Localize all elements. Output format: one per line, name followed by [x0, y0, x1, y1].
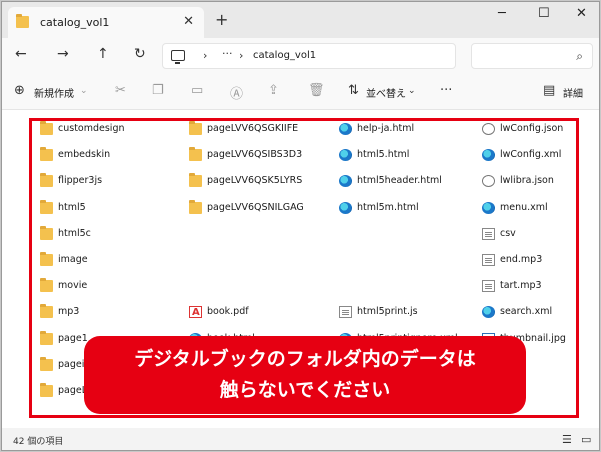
file-name: menu.xml — [500, 201, 548, 213]
file-name: tart.mp3 — [500, 280, 542, 292]
file-name: lwConfig.xml — [500, 149, 562, 161]
file-name: pageLVV6QSIBS3D3 — [207, 149, 303, 161]
folder-icon — [40, 278, 53, 293]
rename-icon[interactable]: Ⓐ — [230, 83, 243, 102]
folder-icon — [40, 330, 53, 345]
folder-icon — [189, 199, 202, 214]
config-icon — [482, 123, 495, 135]
navigation-bar: ← → ↑ ↻ › ··· › catalog_vol1 ⌕ — [2, 38, 599, 74]
file-name: embedskin — [58, 149, 111, 161]
document-icon — [339, 306, 352, 319]
warning-line-2: 触らないでください — [219, 379, 391, 401]
new-icon: ⊕ — [14, 83, 25, 98]
search-input[interactable]: ⌕ — [471, 43, 593, 69]
cut-icon[interactable]: ✂ — [115, 83, 126, 98]
folder-icon — [189, 147, 202, 162]
back-button[interactable]: ← — [15, 46, 27, 62]
new-button[interactable]: 新規作成 — [34, 85, 74, 100]
file-name: help-ja.html — [357, 123, 415, 134]
folder-icon — [40, 173, 53, 188]
maximize-button[interactable]: ☐ — [538, 6, 550, 21]
file-name: html5print.js — [357, 306, 418, 318]
new-tab-button[interactable]: + — [215, 10, 228, 29]
address-bar[interactable]: › ··· › catalog_vol1 — [162, 43, 456, 69]
refresh-button[interactable]: ↻ — [134, 46, 146, 62]
folder-icon — [40, 147, 53, 162]
file-name: csv — [500, 227, 516, 239]
close-window-button[interactable]: ✕ — [576, 6, 587, 21]
warning-line-1: デジタルブックのフォルダ内のデータは — [134, 348, 476, 370]
file-name: end.mp3 — [500, 254, 543, 265]
file-name: book.pdf — [207, 306, 249, 318]
tab-close-icon[interactable]: ✕ — [183, 14, 194, 29]
chevron-down-icon: ⌄ — [80, 86, 88, 96]
tiles-view-icon[interactable]: ▭ — [581, 433, 591, 446]
file-name: pageLVV6QSGKIIFE — [207, 123, 299, 134]
folder-icon — [40, 304, 53, 319]
folder-icon — [40, 383, 53, 397]
share-icon[interactable]: ⇪ — [268, 83, 279, 98]
folder-icon — [40, 356, 53, 371]
tab-catalog-vol1[interactable]: catalog_vol1 ✕ — [8, 7, 204, 38]
file-name: flipper3js — [58, 175, 103, 187]
forward-button[interactable]: → — [57, 46, 69, 62]
sort-button[interactable]: 並べ替え — [366, 85, 406, 100]
breadcrumb[interactable]: catalog_vol1 — [253, 50, 316, 61]
edge-html-icon — [339, 123, 352, 135]
document-icon — [482, 227, 495, 240]
folder-icon — [189, 121, 202, 135]
more-options-icon[interactable]: ··· — [440, 83, 452, 98]
up-button[interactable]: ↑ — [97, 46, 109, 62]
item-count: 42 個の項目 — [13, 437, 64, 447]
file-explorer-window: catalog_vol1 ✕ + ─ ☐ ✕ ← → ↑ ↻ › ··· › c… — [1, 1, 600, 451]
document-icon — [482, 254, 495, 266]
search-icon: ⌕ — [576, 49, 583, 63]
paste-icon[interactable]: ▭ — [191, 83, 203, 98]
file-name: html5 — [58, 201, 86, 213]
delete-icon[interactable]: 🗑 — [308, 83, 325, 98]
file-name: search.xml — [500, 306, 553, 318]
file-name: customdesign — [58, 123, 125, 134]
tab-title: catalog_vol1 — [40, 16, 110, 29]
this-pc-icon — [171, 50, 185, 64]
file-name: html5.html — [357, 149, 410, 161]
copy-icon[interactable]: ❐ — [152, 83, 164, 98]
chevron-right-icon: › — [239, 49, 244, 62]
details-pane-icon: ▤ — [543, 83, 556, 98]
chevron-right-icon: › — [203, 49, 208, 62]
command-bar: ⊕ 新規作成 ⌄ ✂ ❐ ▭ Ⓐ ⇪ 🗑 ⇅ 並べ替え ⌄ ··· ▤ 詳細 — [2, 74, 599, 110]
folder-icon — [40, 252, 53, 266]
file-name: pageLVV6QSNILGAG — [207, 201, 304, 213]
file-name: image — [58, 254, 88, 265]
minimize-button[interactable]: ─ — [498, 6, 506, 21]
sort-icon: ⇅ — [348, 83, 359, 98]
folder-icon — [189, 173, 202, 188]
document-icon — [482, 280, 495, 293]
status-bar: 42 個の項目 ☰ ▭ — [2, 428, 599, 450]
folder-icon — [40, 199, 53, 214]
edge-html-icon — [482, 201, 495, 214]
file-list: customdesign embedskin flipper3js html5 html… — [2, 110, 599, 428]
file-name: movie — [58, 280, 88, 292]
details-view-icon[interactable]: ☰ — [562, 433, 572, 446]
warning-banner: デジタルブックのフォルダ内のデータは 触らないでください — [84, 336, 526, 414]
details-button[interactable]: 詳細 — [563, 85, 583, 100]
file-name: lwlibra.json — [500, 175, 554, 187]
pdf-icon — [189, 304, 202, 322]
title-bar: catalog_vol1 ✕ + ─ ☐ ✕ — [2, 2, 599, 38]
file-name: html5m.html — [357, 201, 419, 213]
file-name: html5header.html — [357, 175, 442, 187]
folder-icon — [40, 225, 53, 240]
file-name: mp3 — [58, 306, 80, 318]
folder-icon — [40, 121, 53, 135]
edge-html-icon — [339, 201, 352, 214]
file-name: pageLVV6QSK5LYRS — [207, 175, 303, 187]
file-name: html5c — [58, 227, 91, 239]
chevron-down-icon: ⌄ — [408, 86, 416, 96]
file-name: lwConfig.json — [500, 123, 564, 134]
more-icon[interactable]: ··· — [222, 47, 233, 60]
